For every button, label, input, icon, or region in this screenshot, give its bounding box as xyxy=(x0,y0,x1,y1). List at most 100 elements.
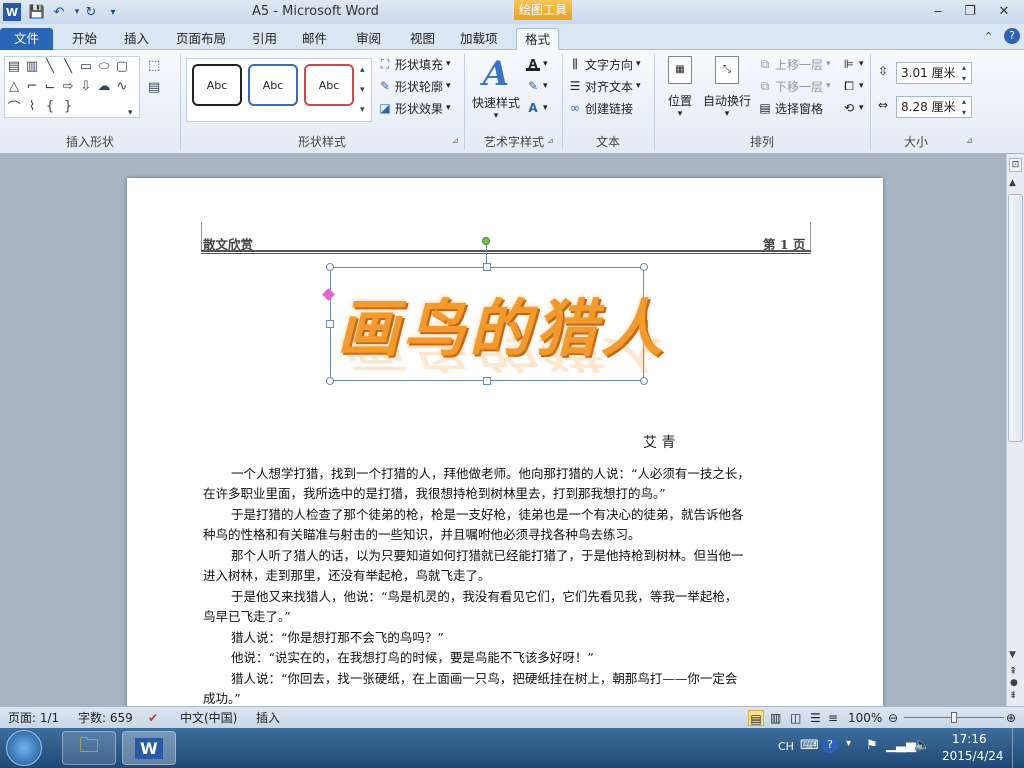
zoom-slider-thumb[interactable] xyxy=(951,712,957,723)
position-button[interactable]: ▦ 位置 ▾ xyxy=(660,56,700,126)
ruler-toggle-icon[interactable]: ⊡ xyxy=(1009,158,1022,172)
height-spinner[interactable]: ▴ ▾ xyxy=(962,62,966,84)
tab-view[interactable]: 视图 xyxy=(402,28,443,50)
full-screen-reading-icon[interactable]: ▥ xyxy=(770,710,781,726)
volume-icon[interactable]: 🔈 xyxy=(914,738,930,753)
triangle-shape-icon[interactable]: △ xyxy=(5,77,23,95)
scroll-up-icon[interactable]: ▲ xyxy=(1009,178,1016,188)
rounded-rect-shape-icon[interactable]: ▢ xyxy=(113,57,131,75)
brace-left-shape-icon[interactable]: { xyxy=(41,97,59,115)
file-explorer-icon[interactable]: 🗀 xyxy=(62,731,116,765)
draft-view-icon[interactable]: ≡ xyxy=(828,710,838,726)
align-button[interactable]: ⊫ ▾ xyxy=(842,54,864,74)
keyboard-icon[interactable]: ⌨ xyxy=(800,738,819,753)
undo-icon[interactable]: ↶ xyxy=(50,3,68,21)
dialog-launcher-icon[interactable]: ⊿ xyxy=(452,136,459,145)
tab-mailings[interactable]: 邮件 xyxy=(294,28,335,50)
word-count[interactable]: 字数: 659 xyxy=(78,710,133,726)
previous-page-icon[interactable]: ⇞ xyxy=(1009,666,1017,677)
resize-handle-top[interactable] xyxy=(483,263,491,271)
resize-handle-bottom-left[interactable] xyxy=(326,377,334,385)
rotate-button[interactable]: ⟲ ▾ xyxy=(842,98,864,118)
zoom-level[interactable]: 100% xyxy=(848,710,882,726)
shape-style-sample-red[interactable]: Abc xyxy=(304,64,354,106)
right-arrow-shape-icon[interactable]: ⇨ xyxy=(59,77,77,95)
shape-height-input[interactable]: 3.01 厘米 xyxy=(896,62,972,84)
shapes-gallery[interactable]: ▤ ▥ ╲ ╲ ▭ ⬭ ▢ △ ⌐ ⌙ ⇨ ⇩ ☁ ∿ ⌒ ⌇ { } xyxy=(4,56,140,118)
zoom-in-icon[interactable]: ⊕ xyxy=(1006,710,1016,726)
vertical-textbox-shape-icon[interactable]: ▥ xyxy=(23,57,41,75)
redo-icon[interactable]: ↻ xyxy=(82,3,100,21)
text-direction-button[interactable]: ⫼ 文字方向 ▾ xyxy=(568,54,640,74)
width-spinner[interactable]: ▴ ▾ xyxy=(962,96,966,118)
rectangle-shape-icon[interactable]: ▭ xyxy=(77,57,95,75)
line2-shape-icon[interactable]: ╲ xyxy=(59,57,77,75)
show-desktop-button[interactable] xyxy=(1012,728,1024,768)
clock-date[interactable]: 2015/4/24 xyxy=(942,749,1004,763)
create-link-button[interactable]: ∞ 创建链接 xyxy=(568,98,633,118)
shape-style-sample-black[interactable]: Abc xyxy=(192,64,242,106)
elbow-connector-icon[interactable]: ⌐ xyxy=(23,77,41,95)
textbox-shape-icon[interactable]: ▤ xyxy=(5,57,23,75)
insert-mode[interactable]: 插入 xyxy=(256,710,280,726)
shape-effect-button[interactable]: ◪ 形状效果 ▾ xyxy=(378,98,450,118)
resize-handle-left[interactable] xyxy=(326,320,334,328)
tab-review[interactable]: 审阅 xyxy=(348,28,389,50)
web-layout-icon[interactable]: ◫ xyxy=(790,710,801,726)
tab-page-layout[interactable]: 页面布局 xyxy=(168,28,234,50)
text-fill-button[interactable]: A ▾ xyxy=(526,54,548,74)
resize-handle-top-right[interactable] xyxy=(640,263,648,271)
dialog-launcher-icon[interactable]: ⊿ xyxy=(547,136,554,145)
minimize-button[interactable]: ‒ xyxy=(924,2,952,20)
shape-width-input[interactable]: 8.28 厘米 xyxy=(896,96,972,118)
text-outline-button[interactable]: ✎ ▾ xyxy=(526,76,548,96)
shape-style-sample-blue[interactable]: Abc xyxy=(248,64,298,106)
language-indicator[interactable]: 中文(中国) xyxy=(180,710,237,726)
tab-references[interactable]: 引用 xyxy=(244,28,285,50)
dialog-launcher-icon[interactable]: ⊿ xyxy=(966,136,973,145)
curve-shape-icon[interactable]: ∿ xyxy=(113,77,131,95)
save-icon[interactable]: 💾 xyxy=(28,3,46,21)
network-icon[interactable]: ▁▃▅ xyxy=(886,738,916,753)
page-count[interactable]: 页面: 1/1 xyxy=(8,710,59,726)
help-tray-icon[interactable]: ? xyxy=(822,737,838,753)
elbow-connector2-icon[interactable]: ⌙ xyxy=(41,77,59,95)
close-button[interactable]: ✕ xyxy=(990,2,1018,20)
word-app-icon[interactable]: W xyxy=(3,3,21,21)
oval-shape-icon[interactable]: ⬭ xyxy=(95,57,113,75)
scroll-down-icon[interactable]: ▼ xyxy=(1009,650,1016,660)
tab-home[interactable]: 开始 xyxy=(64,28,105,50)
restore-button[interactable]: ❐ xyxy=(956,2,984,20)
arc-shape-icon[interactable]: ⌒ xyxy=(5,97,23,116)
quick-styles-button[interactable]: A 快速样式 ▾ xyxy=(470,54,522,124)
print-layout-icon[interactable]: ▤ xyxy=(748,710,764,726)
zoom-out-icon[interactable]: ⊖ xyxy=(888,710,898,726)
clock-time[interactable]: 17:16 xyxy=(952,732,987,746)
send-backward-button[interactable]: ⧉ 下移一层 ▾ xyxy=(758,76,831,96)
line-shape-icon[interactable]: ╲ xyxy=(41,57,59,75)
tab-insert[interactable]: 插入 xyxy=(116,28,157,50)
flag-icon[interactable]: ⚑ xyxy=(866,738,878,753)
tab-file[interactable]: 文件 xyxy=(0,28,54,50)
selection-pane-button[interactable]: ▤ 选择窗格 xyxy=(758,98,823,118)
shape-styles-scroll-icon[interactable]: ▴ ▾ ▾ xyxy=(360,60,365,120)
shapes-more-icon[interactable]: ▾ xyxy=(128,108,133,118)
align-text-button[interactable]: ☰ 对齐文本 ▾ xyxy=(568,76,641,96)
rotate-handle[interactable] xyxy=(482,237,490,245)
start-button[interactable] xyxy=(6,730,42,766)
shape-outline-button[interactable]: ✎ 形状轮廓 ▾ xyxy=(378,76,451,96)
help-icon[interactable]: ? xyxy=(1004,28,1020,44)
cloud-shape-icon[interactable]: ☁ xyxy=(95,77,113,95)
browse-object-icon[interactable]: ● xyxy=(1010,678,1018,688)
tray-expand-icon[interactable]: ▾ xyxy=(846,738,851,749)
outline-view-icon[interactable]: ☰ xyxy=(810,710,821,726)
next-page-icon[interactable]: ⇟ xyxy=(1009,690,1017,701)
proofing-icon[interactable]: ✔ xyxy=(148,710,158,726)
wrap-text-button[interactable]: ⤡ 自动换行 ▾ xyxy=(702,56,752,126)
bring-forward-button[interactable]: ⧉ 上移一层 ▾ xyxy=(758,54,831,74)
input-language[interactable]: CH xyxy=(778,740,794,753)
shape-fill-button[interactable]: ⛶ 形状填充 ▾ xyxy=(378,54,451,74)
edit-shape-icon[interactable]: ⬚ xyxy=(148,58,160,73)
tab-addins[interactable]: 加载项 xyxy=(452,28,506,50)
group-button[interactable]: ⧠ ▾ xyxy=(842,76,863,96)
